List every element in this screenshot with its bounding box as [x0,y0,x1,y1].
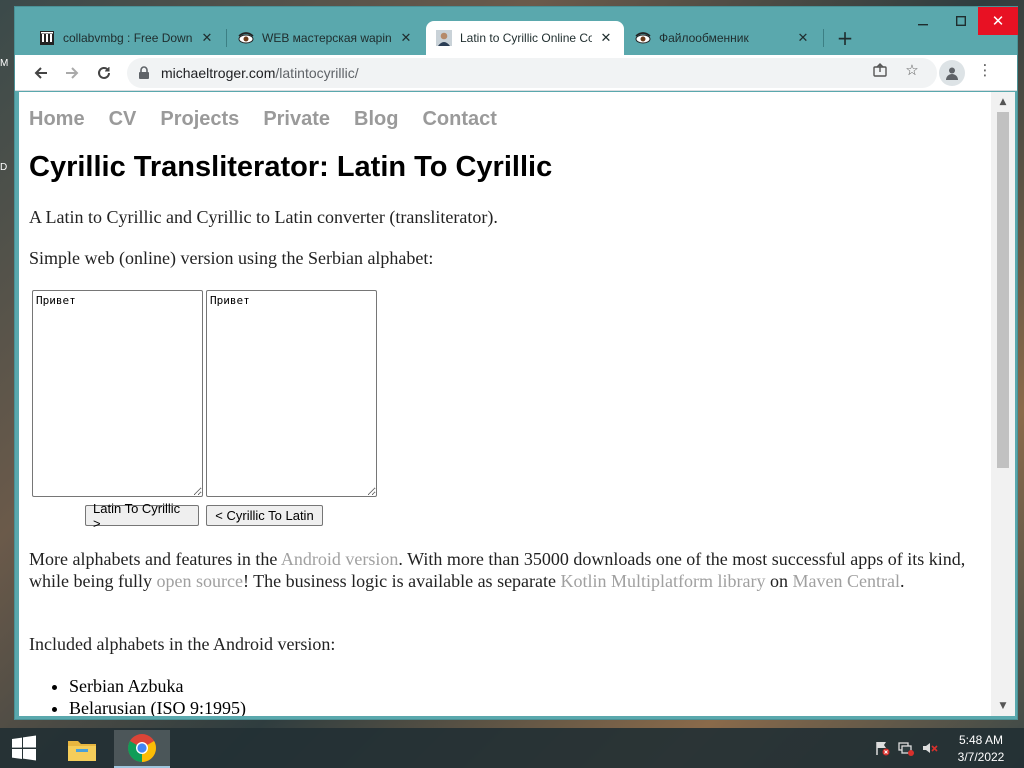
tab-strip: collabvmbg : Free Downl ✕ WEB мастерская… [15,7,1018,55]
android-version-link[interactable]: Android version [281,549,398,569]
maven-central-link[interactable]: Maven Central [793,571,900,591]
nav-private[interactable]: Private [263,108,330,131]
share-icon[interactable] [869,59,891,81]
scroll-up-icon[interactable]: ▲ [997,96,1009,108]
open-source-link[interactable]: open source [156,571,242,591]
text: on [765,571,793,591]
chrome-icon[interactable] [114,730,170,768]
url-path: /latintocyrillic/ [275,65,359,81]
tab-fileshare[interactable]: Файлообменник ✕ [625,21,821,55]
close-tab-icon[interactable]: ✕ [199,30,215,46]
windows-start-icon[interactable] [4,728,44,768]
page-scrollbar[interactable]: ▲ ▼ [991,92,1015,716]
back-button[interactable] [27,59,55,87]
list-item: Serbian Azbuka [69,675,246,697]
scrollbar-thumb[interactable] [997,112,1009,468]
close-tab-icon[interactable]: ✕ [398,30,414,46]
close-tab-icon[interactable]: ✕ [598,30,614,46]
tab-divider [823,29,824,47]
latin-to-cyrillic-button[interactable]: Latin To Cyrillic > [85,501,199,531]
scroll-down-icon[interactable]: ▼ [997,700,1009,712]
bookmark-star-icon[interactable]: ☆ [901,59,923,81]
desktop-icon-label: D [0,162,8,173]
tab-wapinet[interactable]: WEB мастерская wapinet ✕ [228,21,424,55]
tab-collabvmbg[interactable]: collabvmbg : Free Downl ✕ [29,21,225,55]
nav-cv[interactable]: CV [109,108,137,131]
menu-kebab-icon[interactable]: ⋮ [974,59,996,81]
tab-divider [226,29,227,47]
clock-time: 5:48 AM [958,733,1004,747]
tab-title: Файлообменник [659,31,749,45]
forward-button[interactable] [58,59,86,87]
eye-icon [238,30,254,46]
more-alphabets-paragraph: More alphabets and features in the Andro… [29,548,969,592]
lock-icon [139,66,149,79]
tab-title: Latin to Cyrillic Online Co [460,31,592,45]
nav-home[interactable]: Home [29,108,85,131]
new-tab-button[interactable]: + [833,26,857,50]
taskbar: 5:48 AM 3/7/2022 [0,728,1024,768]
tab-title: WEB мастерская wapinet [262,31,392,45]
nav-contact[interactable]: Contact [422,108,496,131]
profile-avatar-icon[interactable] [939,60,965,86]
site-nav: Home CV Projects Private Blog Contact [29,108,497,131]
latin-textarea[interactable]: Привет [32,290,203,497]
simple-version-text: Simple web (online) version using the Se… [29,248,434,268]
action-center-flag-icon[interactable] [874,740,890,756]
text: . [899,571,905,591]
included-alphabets-heading: Included alphabets in the Android versio… [29,634,336,654]
volume-muted-icon[interactable] [922,740,938,756]
close-tab-icon[interactable]: ✕ [795,30,811,46]
nav-projects[interactable]: Projects [160,108,239,131]
browser-toolbar: michaeltroger.com/latintocyrillic/ ☆ ⋮ [15,55,1017,91]
close-window-button[interactable]: ✕ [978,7,1018,35]
kotlin-library-link[interactable]: Kotlin Multiplatform library [561,571,766,591]
maximize-button[interactable] [942,7,980,35]
desktop-icon-label: M [0,58,9,69]
eye-icon [635,30,651,46]
nav-blog[interactable]: Blog [354,108,398,131]
tab-title: collabvmbg : Free Downl [63,31,193,45]
system-clock[interactable]: 5:48 AM 3/7/2022 [948,732,1014,766]
list-item: Belarusian (ISO 9:1995) [69,697,246,716]
intro-text: A Latin to Cyrillic and Cyrillic to Lati… [29,207,498,227]
url-host: michaeltroger.com [161,65,276,81]
reload-button[interactable] [90,59,118,87]
tab-latin-to-cyrillic[interactable]: Latin to Cyrillic Online Co ✕ [426,21,624,55]
clock-date: 3/7/2022 [957,750,1005,764]
page-viewport: Home CV Projects Private Blog Contact Cy… [19,92,991,716]
library-icon [39,30,55,46]
file-explorer-icon[interactable] [54,730,110,768]
alphabet-list: Serbian Azbuka Belarusian (ISO 9:1995) [69,675,246,716]
cyrillic-to-latin-button[interactable]: < Cyrillic To Latin [206,505,323,526]
text: ! The business logic is available as sep… [242,571,561,591]
cyrillic-textarea[interactable]: Привет [206,290,377,497]
text: More alphabets and features in the [29,549,281,569]
minimize-button[interactable] [904,7,942,35]
browser-window: collabvmbg : Free Downl ✕ WEB мастерская… [14,6,1018,720]
page-title: Cyrillic Transliterator: Latin To Cyrill… [29,151,553,183]
network-icon[interactable] [898,740,914,756]
address-bar[interactable]: michaeltroger.com/latintocyrillic/ [127,58,937,88]
person-icon [436,30,452,46]
